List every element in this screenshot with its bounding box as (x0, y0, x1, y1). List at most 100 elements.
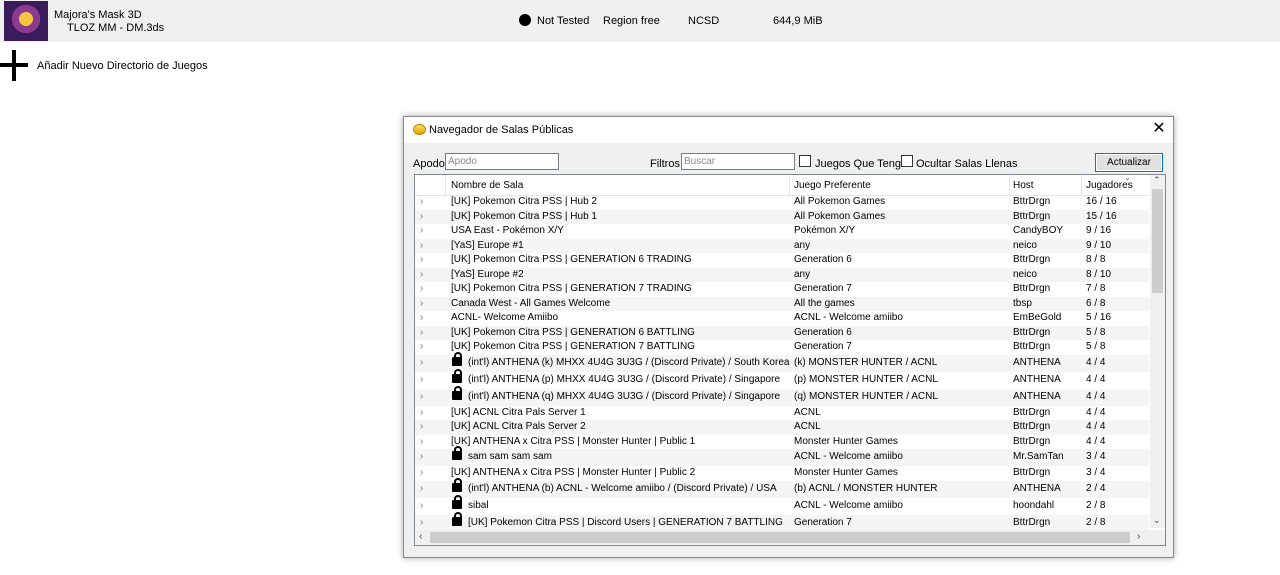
table-row[interactable]: › [UK] ACNL Citra Pals Server 2 ACNL BttrDr… (415, 420, 1149, 435)
table-row[interactable]: › [YaS] Europe #2 any neico 8 / 10 (415, 267, 1149, 282)
preferred-game-cell: Generation 7 (794, 283, 852, 294)
players-cell: 4 / 4 (1086, 373, 1106, 385)
table-row[interactable]: › sam sam sam sam ACNL - Welcome amiibo Mr.… (415, 446, 1149, 466)
column-room-name[interactable]: Nombre de Sala (451, 180, 523, 191)
chevron-right-icon[interactable]: › (420, 467, 423, 478)
chevron-right-icon[interactable]: › (420, 407, 423, 418)
refresh-list-button[interactable]: Actualizar Lista (1095, 153, 1163, 185)
room-name: sam sam sam sam (468, 451, 552, 462)
table-row[interactable]: › [UK] ANTHENA x Citra PSS | Monster Hunt… (415, 435, 1149, 450)
table-row[interactable]: › (int'l) ANTHENA (b) ACNL - Welcome amii… (415, 477, 1149, 498)
room-name: [UK] ACNL Citra Pals Server 1 (451, 406, 586, 418)
table-row[interactable]: › [UK] Pokemon Citra PSS | Hub 1 All Pokem… (415, 209, 1149, 224)
file-size-label: 644,9 MiB (773, 15, 823, 27)
table-row[interactable]: › Canada West - All Games Welcome All the … (415, 296, 1149, 311)
search-input[interactable] (681, 153, 795, 170)
preferred-game-cell: ACNL - Welcome amiibo (794, 451, 903, 462)
table-row[interactable]: › (int'l) ANTHENA (p) MHXX 4U4G 3U3G / (D… (415, 368, 1149, 389)
add-directory-label: Añadir Nuevo Directorio de Juegos (37, 60, 208, 72)
chevron-right-icon[interactable]: › (420, 254, 423, 265)
host-cell: Mr.SamTan (1013, 451, 1064, 462)
vertical-scroll-thumb[interactable] (1152, 189, 1163, 293)
chevron-right-icon[interactable]: › (420, 436, 423, 447)
table-row[interactable]: › [UK] Pokemon Citra PSS | GENERATION 6 T… (415, 253, 1149, 268)
preferred-game-cell: Pokémon X/Y (794, 225, 856, 236)
chevron-right-icon[interactable]: › (420, 327, 423, 338)
horizontal-scrollbar[interactable]: ‹ › (415, 530, 1165, 545)
chevron-right-icon[interactable]: › (420, 357, 423, 368)
room-name: USA East - Pokémon X/Y (451, 225, 564, 236)
chevron-right-icon[interactable]: › (420, 341, 423, 352)
chevron-right-icon[interactable]: › (420, 298, 423, 309)
chevron-right-icon[interactable]: › (420, 391, 423, 402)
table-row[interactable]: › sibal ACNL - Welcome amiibo hoondahl 2 / 8 (415, 494, 1149, 515)
table-row[interactable]: › [YaS] Europe #1 any neico 9 / 10 (415, 238, 1149, 253)
chevron-right-icon[interactable]: › (420, 269, 423, 280)
players-cell: 5 / 8 (1086, 341, 1106, 352)
table-row[interactable]: › [UK] Pokemon Citra PSS | Discord Users … (415, 511, 1149, 532)
chevron-right-icon[interactable]: › (420, 312, 423, 323)
owned-games-checkbox[interactable] (799, 155, 811, 167)
scroll-up-icon[interactable]: ⌃ (1153, 175, 1161, 186)
chevron-right-icon[interactable]: › (420, 240, 423, 251)
region-label: Region free (603, 15, 660, 27)
room-name-cell: (int'l) ANTHENA (q) MHXX 4U4G 3U3G / (Di… (451, 385, 780, 402)
room-name-cell: [UK] Pokemon Citra PSS | GENERATION 6 BA… (451, 327, 695, 338)
scroll-right-icon[interactable]: › (1137, 531, 1140, 542)
dialog-titlebar[interactable]: Navegador de Salas Públicas ✕ (404, 117, 1173, 143)
room-name: [YaS] Europe #2 (451, 268, 524, 280)
host-cell: ANTHENA (1013, 356, 1061, 368)
players-cell: 4 / 4 (1086, 435, 1106, 447)
preferred-game-cell: ACNL (794, 421, 821, 432)
room-name-cell: sam sam sam sam (451, 446, 552, 462)
host-cell: BttrDrgn (1013, 326, 1051, 338)
table-row[interactable]: › ACNL- Welcome Amiibo ACNL - Welcome amii… (415, 311, 1149, 326)
table-row[interactable]: › [UK] ACNL Citra Pals Server 1 ACNL BttrDr… (415, 406, 1149, 421)
host-cell: BttrDrgn (1013, 341, 1051, 352)
compatibility-icon (519, 14, 531, 26)
table-row[interactable]: › [UK] ANTHENA x Citra PSS | Monster Hunt… (415, 466, 1149, 481)
room-name-cell: [UK] Pokemon Citra PSS | Hub 2 (451, 196, 597, 207)
table-row[interactable]: › [UK] Pokemon Citra PSS | GENERATION 7 B… (415, 340, 1149, 355)
game-list-row[interactable]: Majora's Mask 3D TLOZ MM - DM.3ds Not Te… (0, 0, 1280, 42)
scroll-down-icon[interactable]: ⌄ (1153, 515, 1161, 526)
room-name-cell: (int'l) ANTHENA (k) MHXX 4U4G 3U3G / (Di… (451, 351, 789, 368)
room-name-cell: [UK] ANTHENA x Citra PSS | Monster Hunte… (451, 436, 695, 447)
room-name-cell: sibal (451, 494, 489, 511)
table-row[interactable]: › [UK] Pokemon Citra PSS | GENERATION 6 B… (415, 325, 1149, 340)
table-row[interactable]: › [UK] Pokemon Citra PSS | GENERATION 7 T… (415, 282, 1149, 297)
chevron-right-icon[interactable]: › (420, 451, 423, 462)
host-cell: EmBeGold (1013, 312, 1062, 323)
table-row[interactable]: › [UK] Pokemon Citra PSS | Hub 2 All Pokem… (415, 195, 1149, 210)
room-name-cell: [UK] Pokemon Citra PSS | GENERATION 6 TR… (451, 254, 692, 265)
players-cell: 5 / 8 (1086, 326, 1106, 338)
preferred-game-cell: any (794, 268, 811, 280)
column-host[interactable]: Host (1013, 180, 1034, 191)
chevron-right-icon[interactable]: › (420, 374, 423, 385)
chevron-right-icon[interactable]: › (420, 483, 423, 494)
nickname-input[interactable] (445, 153, 559, 170)
column-preferred-game[interactable]: Juego Preferente (794, 180, 871, 191)
table-row[interactable]: › (int'l) ANTHENA (q) MHXX 4U4G 3U3G / (D… (415, 385, 1149, 406)
preferred-game-cell: Generation 7 (794, 341, 852, 352)
table-body: › [UK] Pokemon Citra PSS | Hub 2 All Pokem… (415, 195, 1149, 532)
room-name-cell: [UK] ACNL Citra Pals Server 1 (451, 407, 586, 418)
horizontal-scroll-thumb[interactable] (430, 532, 1130, 543)
players-cell: 8 / 8 (1086, 254, 1106, 265)
chevron-right-icon[interactable]: › (420, 500, 423, 511)
hide-full-checkbox[interactable] (901, 155, 913, 167)
players-cell: 4 / 4 (1086, 390, 1106, 402)
chevron-right-icon[interactable]: › (420, 421, 423, 432)
room-name: ACNL- Welcome Amiibo (451, 312, 559, 323)
chevron-right-icon[interactable]: › (420, 225, 423, 236)
table-row[interactable]: › (int'l) ANTHENA (k) MHXX 4U4G 3U3G / (D… (415, 351, 1149, 372)
close-button[interactable]: ✕ (1145, 117, 1173, 143)
chevron-right-icon[interactable]: › (420, 196, 423, 207)
chevron-right-icon[interactable]: › (420, 283, 423, 294)
scroll-left-icon[interactable]: ‹ (419, 531, 422, 542)
table-row[interactable]: › USA East - Pokémon X/Y Pokémon X/Y CandyB… (415, 224, 1149, 239)
vertical-scrollbar[interactable]: ⌃ ⌄ (1150, 175, 1165, 528)
chevron-right-icon[interactable]: › (420, 211, 423, 222)
chevron-right-icon[interactable]: › (420, 517, 423, 528)
lock-icon (452, 385, 462, 400)
